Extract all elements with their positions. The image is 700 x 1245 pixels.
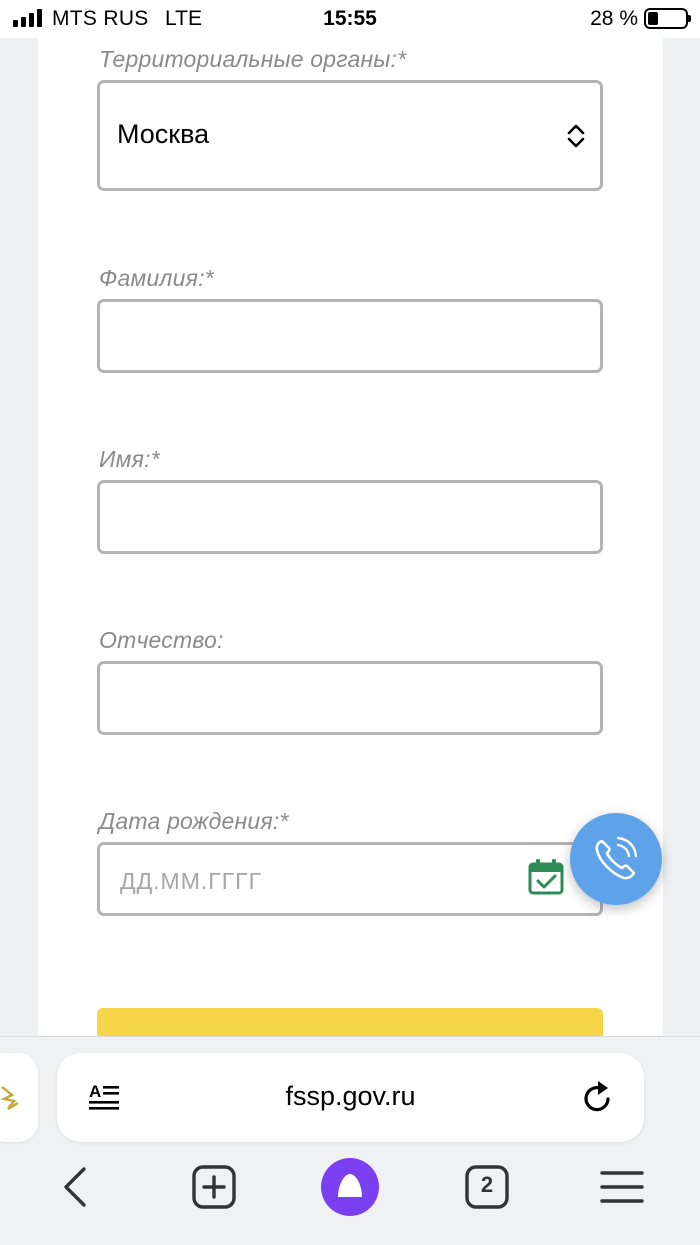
name-input[interactable] [97, 480, 603, 554]
territorial-select[interactable]: Москва [97, 80, 603, 191]
submit-button[interactable] [97, 1008, 603, 1036]
previous-tab-preview[interactable] [0, 1053, 38, 1142]
browser-toolbar: A fssp.gov.ru 2 [0, 1036, 700, 1245]
territorial-label: Территориальные органы:* [99, 46, 407, 72]
menu-icon[interactable] [592, 1157, 652, 1217]
address-bar[interactable]: A fssp.gov.ru [57, 1053, 644, 1142]
browser-nav-bar: 2 [0, 1157, 700, 1227]
tab-count: 2 [480, 1172, 494, 1197]
patronymic-label: Отчество: [99, 627, 224, 653]
battery-fill [648, 12, 659, 25]
phone-icon [595, 836, 638, 880]
birthdate-input[interactable]: ДД.ММ.ГГГГ [97, 842, 603, 916]
calendar-icon[interactable] [528, 858, 564, 896]
new-tab-icon[interactable] [184, 1157, 244, 1217]
select-arrows-icon [567, 124, 585, 148]
tabs-button[interactable]: 2 [457, 1157, 517, 1217]
status-bar: MTS RUS LTE 15:55 28 % [0, 0, 700, 38]
battery-icon [644, 8, 691, 29]
surname-label: Фамилия:* [99, 265, 214, 291]
call-button[interactable] [570, 813, 662, 905]
url-text: fssp.gov.ru [285, 1081, 416, 1111]
emblem-icon [0, 1086, 19, 1111]
screen: MTS RUS LTE 15:55 28 % Территориальные о… [0, 0, 700, 1245]
battery-percent: 28 % [590, 7, 638, 30]
patronymic-input[interactable] [97, 661, 603, 735]
surname-input[interactable] [97, 299, 603, 373]
name-label: Имя:* [99, 446, 160, 472]
reload-icon[interactable] [582, 1080, 614, 1114]
birthdate-placeholder: ДД.ММ.ГГГГ [120, 868, 263, 894]
back-icon[interactable] [46, 1157, 106, 1217]
birthdate-label: Дата рождения:* [99, 808, 289, 834]
alice-icon[interactable] [318, 1155, 382, 1219]
territorial-select-value: Москва [117, 119, 210, 149]
